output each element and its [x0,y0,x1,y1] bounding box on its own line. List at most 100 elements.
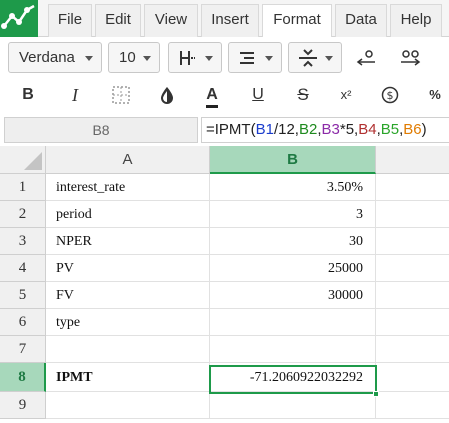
cell-c9[interactable] [376,392,449,419]
underline-button[interactable]: U [243,79,273,111]
cell-c7[interactable] [376,336,449,363]
cell-c8[interactable] [376,363,449,392]
borders-dropdown[interactable] [168,42,222,73]
menu-help[interactable]: Help [390,4,442,37]
formula-ref: B6 [403,121,422,138]
font-family-dropdown[interactable]: Verdana [8,42,102,73]
vertical-align-icon [299,49,317,67]
menu-edit[interactable]: Edit [95,4,141,37]
row-header[interactable]: 2 [0,201,46,228]
cell-c4[interactable] [376,255,449,282]
column-header-a[interactable]: A [46,146,210,174]
cell-c6[interactable] [376,309,449,336]
fill-color-button[interactable] [152,79,182,111]
row-header[interactable]: 4 [0,255,46,282]
align-dropdown[interactable] [228,42,282,73]
cell-b3[interactable]: 30 [210,228,376,255]
dollar-circle-icon: $ [381,86,399,104]
cell-b1[interactable]: 3.50% [210,174,376,201]
fill-handle[interactable] [373,391,379,397]
toolbar-row-2: B I A U S x² $ % [0,79,449,115]
menu-file[interactable]: File [48,4,92,37]
formula-text: *5, [339,121,359,138]
cell-b2[interactable]: 3 [210,201,376,228]
cell-c1[interactable] [376,174,449,201]
increase-decimals-button[interactable] [396,42,426,74]
strikethrough-button[interactable]: S [288,79,318,111]
app-logo [0,0,38,37]
selection-outline [209,365,377,394]
cell-b9[interactable] [210,392,376,419]
cell-b6[interactable] [210,309,376,336]
row-header[interactable]: 1 [0,174,46,201]
logo-icon [1,4,35,29]
formula-ref: B4 [358,121,377,138]
cell-b4[interactable]: 25000 [210,255,376,282]
superscript-label: x² [340,87,352,102]
border-none-icon [112,86,130,104]
corner-triangle-icon [24,152,42,170]
chevron-down-icon [143,56,151,61]
cell-a8[interactable]: IPMT [46,363,210,392]
currency-format-button[interactable]: $ [375,79,405,111]
cell-a5[interactable]: FV [46,282,210,309]
formula-prefix: =IPMT( [206,121,256,138]
bold-button[interactable]: B [13,79,43,111]
column-header-b[interactable]: B [210,146,376,174]
cell-a4[interactable]: PV [46,255,210,282]
formula-ref: B5 [380,121,400,138]
select-all-corner[interactable] [0,146,46,174]
toolbar-row-1: Verdana 10 [0,37,449,79]
decrease-decimals-button[interactable] [352,42,382,74]
row-header[interactable]: 6 [0,309,46,336]
formula-input[interactable]: =IPMT(B1/12,B2,B3*5,B4,B5,B6) [201,117,449,143]
svg-text:$: $ [387,89,394,102]
percent-format-button[interactable]: % [420,79,449,111]
cell-a2[interactable]: period [46,201,210,228]
italic-label: I [72,85,78,105]
vertical-align-dropdown[interactable] [288,42,342,73]
cell-a1[interactable]: interest_rate [46,174,210,201]
text-color-button[interactable]: A [197,79,227,111]
cell-b5[interactable]: 30000 [210,282,376,309]
row-header[interactable]: 7 [0,336,46,363]
align-right-icon [240,52,254,64]
chevron-down-icon [265,56,273,61]
cell-borders-button[interactable] [106,79,136,111]
italic-button[interactable]: I [60,79,90,111]
decrease-decimals-icon [356,50,375,66]
cell-a3[interactable]: NPER [46,228,210,255]
formula-ref: B1 [255,121,274,138]
font-family-value: Verdana [19,49,75,66]
superscript-button[interactable]: x² [331,79,361,111]
bold-label: B [22,86,34,103]
name-box[interactable]: B8 [4,117,198,143]
menu-data[interactable]: Data [335,4,387,37]
menu-bar: File Edit View Insert Format Data Help [0,0,449,38]
cell-c5[interactable] [376,282,449,309]
menu-insert[interactable]: Insert [201,4,259,37]
font-size-dropdown[interactable]: 10 [108,42,160,73]
formula-ref: B3 [321,121,340,138]
row-header[interactable]: 5 [0,282,46,309]
formula-text: ) [421,121,427,138]
increase-decimals-icon [401,50,421,66]
fill-drop-icon [161,87,173,104]
cell-c3[interactable] [376,228,449,255]
spreadsheet-grid: A B 1 interest_rate 3.50% 2 period 3 3 N… [0,146,449,423]
cell-a9[interactable] [46,392,210,419]
formula-ref: B2 [298,121,318,138]
chevron-down-icon [205,56,213,61]
cell-a7[interactable] [46,336,210,363]
cell-c2[interactable] [376,201,449,228]
menu-format[interactable]: Format [262,4,332,38]
row-header[interactable]: 3 [0,228,46,255]
cell-b7[interactable] [210,336,376,363]
row-header-selected[interactable]: 8 [0,363,46,392]
column-header-c[interactable] [376,146,449,174]
borders-icon [180,51,195,65]
row-header[interactable]: 9 [0,392,46,419]
cell-a6[interactable]: type [46,309,210,336]
menu-view[interactable]: View [144,4,198,37]
strike-label: S [297,85,309,104]
